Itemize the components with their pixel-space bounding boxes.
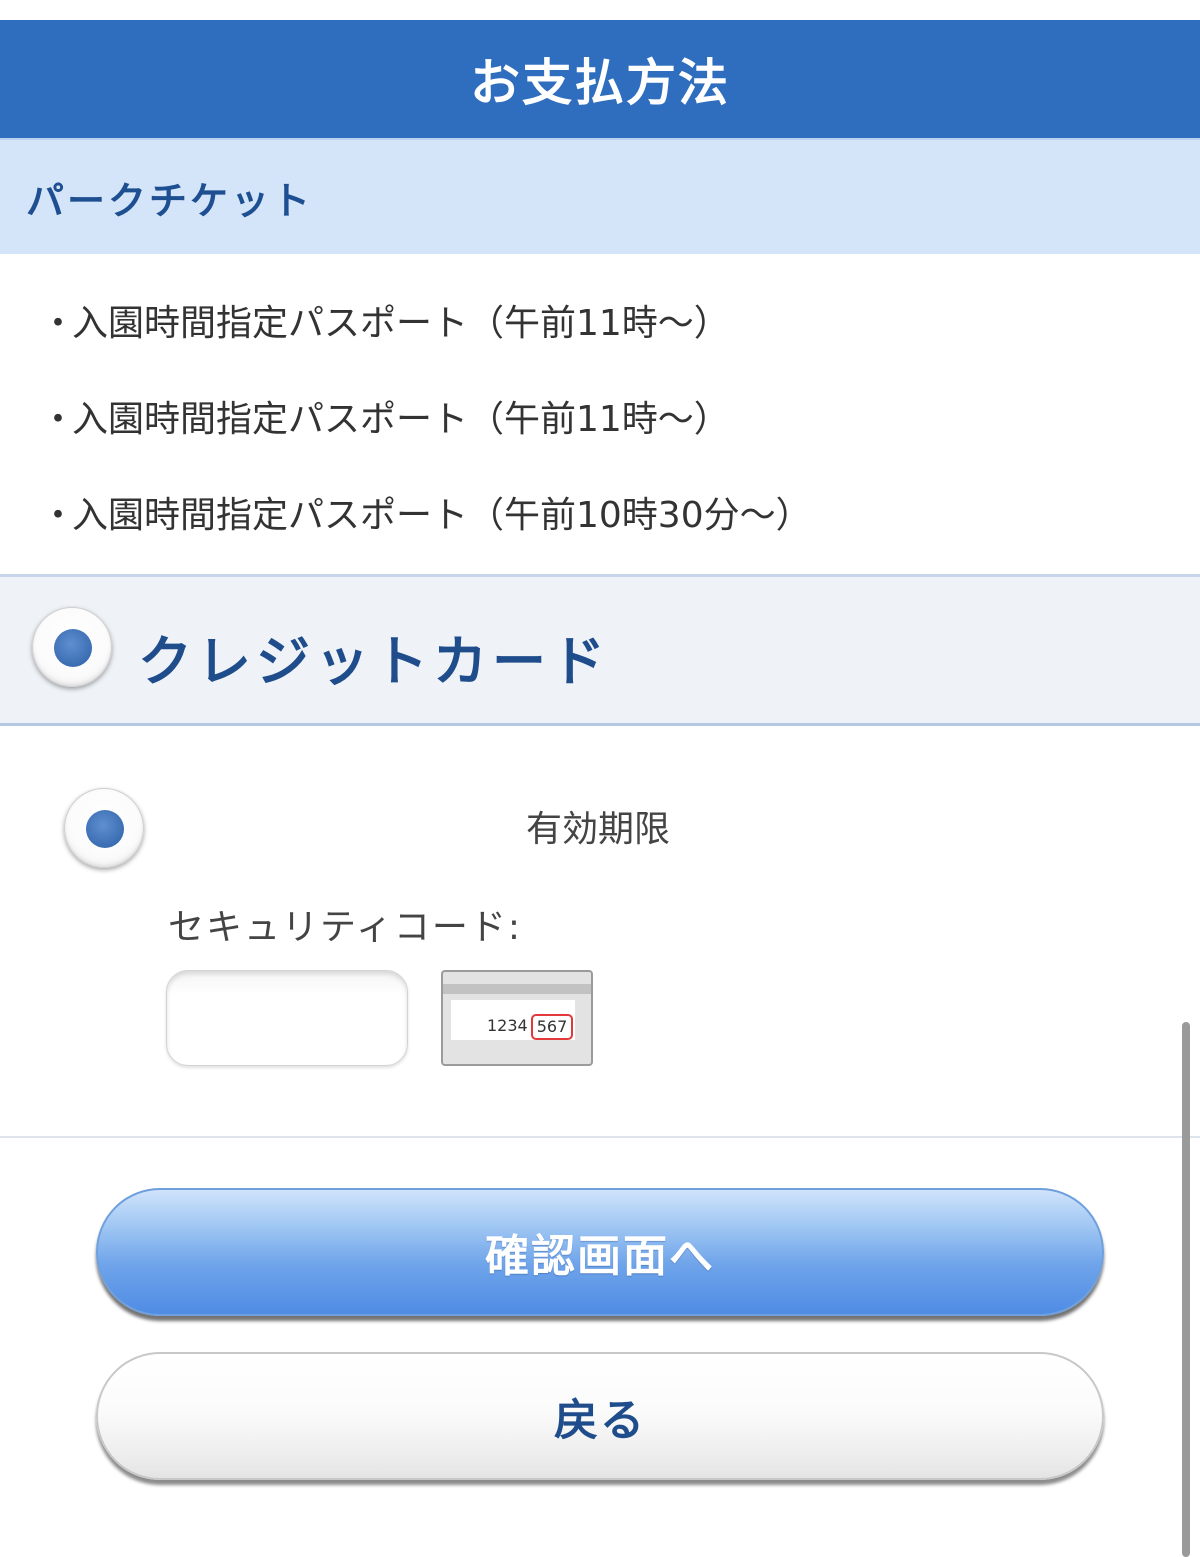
radio-dot (54, 629, 92, 667)
payment-page: お支払方法 パークチケット ・入園時間指定パスポート（午前11時〜） ・入園時間… (0, 0, 1200, 1557)
credit-card-back-icon: 1234 567 (441, 970, 593, 1066)
ticket-label: 入園時間指定パスポート（午前10時30分〜） (72, 495, 812, 536)
card-sample-cvc: 567 (531, 1014, 573, 1040)
ticket-list: ・入園時間指定パスポート（午前11時〜） ・入園時間指定パスポート（午前11時〜… (0, 254, 1200, 574)
list-item: ・入園時間指定パスポート（午前11時〜） (40, 294, 730, 346)
list-bullet: ・ (40, 399, 77, 440)
list-bullet: ・ (40, 495, 77, 536)
top-spacer (0, 0, 1200, 20)
list-item: ・入園時間指定パスポート（午前11時〜） (40, 390, 730, 442)
card-magnetic-stripe (443, 984, 591, 994)
security-code-input[interactable] (166, 970, 408, 1066)
security-code-label: セキュリティコード: (168, 907, 522, 948)
back-button[interactable]: 戻る (96, 1352, 1104, 1480)
ticket-label: 入園時間指定パスポート（午前11時〜） (72, 399, 730, 440)
divider (0, 1136, 1200, 1138)
confirm-button[interactable]: 確認画面へ (96, 1188, 1104, 1316)
payment-method-credit-card[interactable]: クレジットカード (0, 574, 1200, 726)
ticket-label: 入園時間指定パスポート（午前11時〜） (72, 303, 730, 344)
list-bullet: ・ (40, 303, 77, 344)
scrollbar[interactable] (1182, 1022, 1190, 1557)
expiry-label: 有効期限 (526, 809, 671, 850)
card-sample-number: 1234 (487, 1016, 528, 1035)
page-title: お支払方法 (470, 54, 730, 112)
page-header: お支払方法 (0, 20, 1200, 138)
list-item: ・入園時間指定パスポート（午前10時30分〜） (40, 486, 812, 538)
section-title: パークチケット (26, 178, 314, 223)
radio-dot (86, 810, 124, 848)
section-header-park-ticket: パークチケット (0, 138, 1200, 254)
radio-selected-icon[interactable] (32, 607, 112, 687)
payment-method-label: クレジットカード (138, 630, 610, 693)
card-radio-button[interactable] (64, 788, 144, 868)
